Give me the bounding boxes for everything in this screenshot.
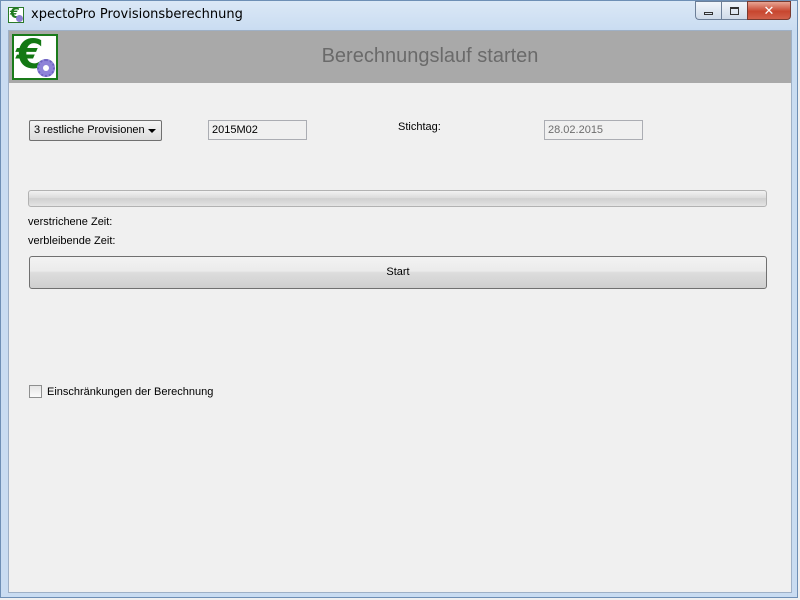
- minimize-button[interactable]: [695, 1, 721, 20]
- maximize-button[interactable]: [721, 1, 747, 20]
- provision-type-value: 3 restliche Provisionen: [34, 124, 145, 136]
- stichtag-field[interactable]: 28.02.2015: [544, 120, 643, 140]
- gear-icon: [16, 15, 23, 22]
- title-bar[interactable]: € xpectoPro Provisionsberechnung ✕: [1, 1, 797, 29]
- app-window: € xpectoPro Provisionsberechnung ✕ € Ber…: [0, 0, 798, 598]
- client-area: € Berechnungslauf starten 3 restliche Pr…: [8, 30, 792, 593]
- header-banner: € Berechnungslauf starten: [9, 31, 791, 83]
- provision-type-select[interactable]: 3 restliche Provisionen: [29, 120, 162, 141]
- progress-bar: [28, 190, 767, 207]
- elapsed-time-label: verstrichene Zeit:: [28, 216, 113, 228]
- minimize-icon: [704, 12, 713, 15]
- remaining-time-label: verbleibende Zeit:: [28, 235, 116, 247]
- period-field[interactable]: 2015M02: [208, 120, 307, 140]
- restrictions-label[interactable]: Einschränkungen der Berechnung: [47, 386, 213, 398]
- start-button[interactable]: Start: [29, 256, 767, 289]
- restrictions-option[interactable]: Einschränkungen der Berechnung: [29, 385, 213, 398]
- window-controls: ✕: [695, 1, 791, 21]
- close-icon: ✕: [763, 2, 775, 18]
- app-icon[interactable]: €: [8, 6, 24, 23]
- page-title: Berechnungslauf starten: [321, 45, 539, 67]
- chevron-down-icon[interactable]: [148, 129, 156, 133]
- restrictions-checkbox[interactable]: [29, 385, 42, 398]
- close-button[interactable]: ✕: [747, 1, 791, 20]
- window-title: xpectoPro Provisionsberechnung: [31, 7, 243, 22]
- maximize-icon: [730, 6, 739, 15]
- stichtag-label: Stichtag:: [398, 121, 441, 133]
